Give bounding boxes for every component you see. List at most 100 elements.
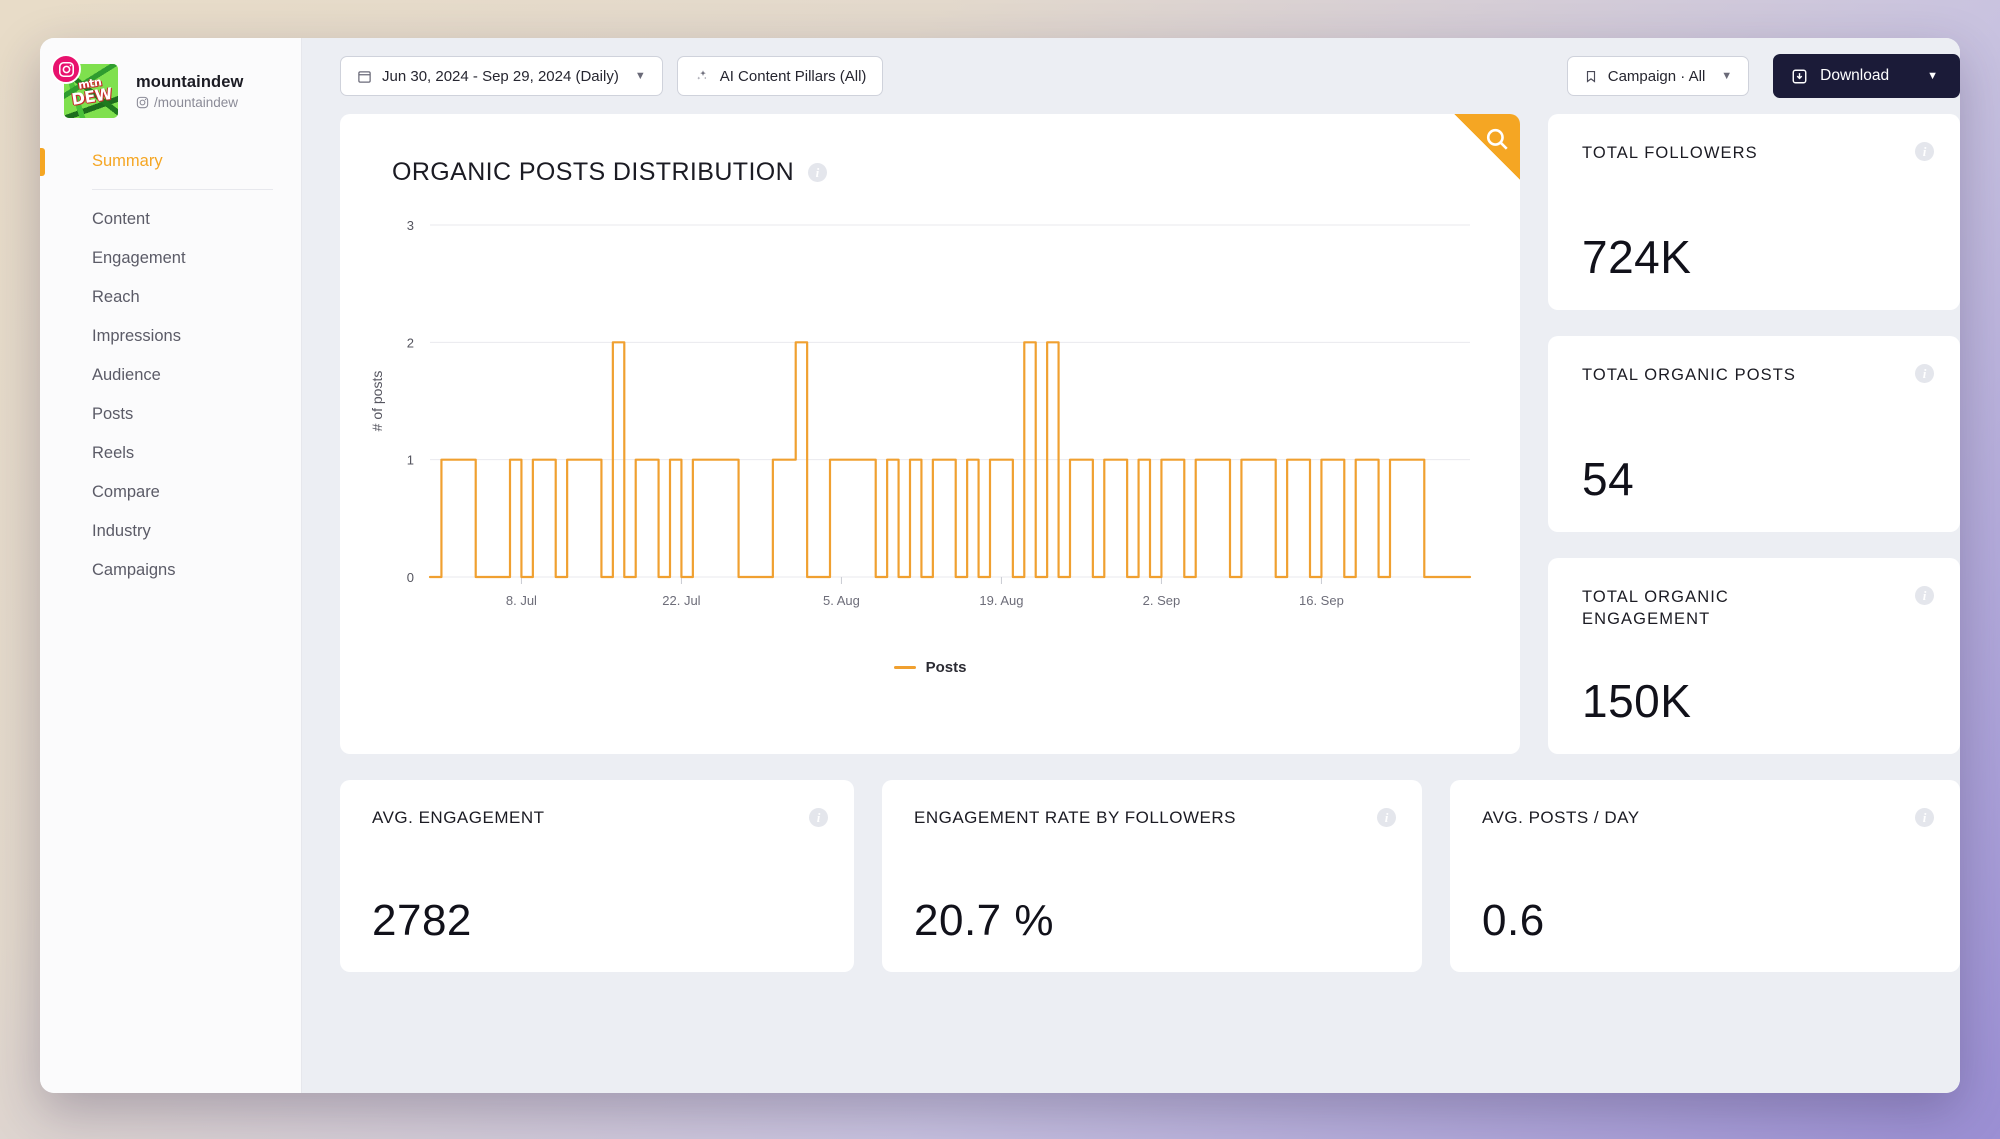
sidebar-item-label: Compare [92,483,160,501]
search-icon[interactable] [1454,114,1520,180]
campaign-label: Campaign · All [1607,67,1706,85]
kpi-label: TOTAL FOLLOWERS [1582,144,1758,162]
kpi-value: 724K [1582,231,1692,283]
svg-text:# of posts: # of posts [369,371,385,432]
ai-content-pillars-label: AI Content Pillars (All) [719,67,867,85]
campaign-filter[interactable]: Campaign · All ▼ [1566,56,1750,96]
chart-plot-area: 0 1 2 3 # of posts 8. Jul 22. Jul 5. Aug 19. Aug… [340,187,1520,657]
metric-value: 2782 [372,896,472,945]
svg-text:16. Sep: 16. Sep [1299,593,1344,608]
svg-text:19. Aug: 19. Aug [979,593,1023,608]
kpi-label: TOTAL ORGANIC ENGAGEMENT [1582,588,1729,629]
legend-color-swatch [893,666,916,669]
chevron-down-icon: ▼ [634,70,646,82]
kpi-value: 54 [1582,453,1635,505]
sidebar-item-label: Campaigns [92,561,176,579]
metric-avg-posts-per-day: AVG. POSTS / DAY i 0.6 [1450,780,1960,972]
ai-content-pillars-filter[interactable]: AI Content Pillars (All) [676,56,884,96]
organic-posts-distribution-card: ORGANIC POSTS DISTRIBUTION i 0 1 2 3 # of po… [340,114,1520,754]
sidebar-item-industry[interactable]: Industry [40,512,301,551]
sidebar-item-posts[interactable]: Posts [40,395,301,434]
sidebar-item-label: Reach [92,288,140,306]
chevron-down-icon: ▼ [1927,70,1938,82]
sidebar-item-campaigns[interactable]: Campaigns [40,551,301,590]
page-title: ORGANIC POSTS DISTRIBUTION i [340,114,1520,187]
info-icon[interactable]: i [1915,586,1934,605]
calendar-icon [358,70,371,83]
metric-label: AVG. POSTS / DAY [1482,808,1640,827]
metric-label: ENGAGEMENT RATE BY FOLLOWERS [914,808,1236,827]
profile-handle-label: /mountaindew [154,94,239,110]
svg-text:2: 2 [407,335,414,350]
kpi-column: TOTAL FOLLOWERS i 724K TOTAL ORGANIC POS… [1548,114,1960,754]
posts-line-chart: 0 1 2 3 # of posts 8. Jul 22. Jul 5. Aug 19. Aug… [369,218,1472,608]
date-range-picker[interactable]: Jun 30, 2024 - Sep 29, 2024 (Daily) ▼ [340,56,663,96]
svg-text:0: 0 [407,570,414,585]
sidebar-nav: Summary Content Engagement Reach Impress… [40,142,301,590]
kpi-total-organic-posts: TOTAL ORGANIC POSTS i 54 [1548,336,1960,532]
svg-text:8. Jul: 8. Jul [506,593,537,608]
sidebar-divider [92,189,273,190]
bottom-row: AVG. ENGAGEMENT i 2782 ENGAGEMENT RATE B… [340,780,1960,972]
download-icon [1792,69,1807,83]
metric-label: AVG. ENGAGEMENT [372,808,545,827]
download-button[interactable]: Download ▼ [1773,54,1960,98]
svg-text:2. Sep: 2. Sep [1143,593,1181,608]
kpi-total-organic-engagement: TOTAL ORGANIC ENGAGEMENT i 150K [1548,558,1960,754]
sidebar-item-label: Posts [92,405,134,423]
toolbar: Jun 30, 2024 - Sep 29, 2024 (Daily) ▼ AI… [302,38,1960,114]
sidebar-item-impressions[interactable]: Impressions [40,317,301,356]
sidebar-item-label: Summary [92,152,163,170]
legend-label: Posts [925,659,967,676]
svg-text:3: 3 [407,218,414,233]
sidebar-item-label: Audience [92,366,161,384]
sidebar-item-reels[interactable]: Reels [40,434,301,473]
sidebar: mtn DEW mountaindew /mountaindew Summary… [40,38,302,1093]
info-icon[interactable]: i [809,808,828,827]
metric-avg-engagement: AVG. ENGAGEMENT i 2782 [340,780,854,972]
chart-legend: Posts [340,659,1520,676]
avatar: mtn DEW [51,54,118,118]
info-icon[interactable]: i [1915,364,1934,383]
card-title-text: ORGANIC POSTS DISTRIBUTION [392,158,795,186]
metric-engagement-rate-by-followers: ENGAGEMENT RATE BY FOLLOWERS i 20.7 % [882,780,1422,972]
app-window: mtn DEW mountaindew /mountaindew Summary… [40,38,1960,1093]
sidebar-item-reach[interactable]: Reach [40,278,301,317]
profile-header: mtn DEW mountaindew /mountaindew [40,52,301,132]
dashboard-content: ORGANIC POSTS DISTRIBUTION i 0 1 2 3 # of po… [302,114,1960,1093]
sparkle-icon [696,70,706,80]
kpi-value: 150K [1582,675,1692,727]
svg-text:22. Jul: 22. Jul [662,593,700,608]
sidebar-item-label: Engagement [92,249,186,267]
date-range-label: Jun 30, 2024 - Sep 29, 2024 (Daily) [382,67,619,85]
metric-value: 0.6 [1482,896,1545,945]
profile-name: mountaindew [136,72,244,91]
kpi-total-followers: TOTAL FOLLOWERS i 724K [1548,114,1960,310]
info-icon[interactable]: i [1377,808,1396,827]
main-area: Jun 30, 2024 - Sep 29, 2024 (Daily) ▼ AI… [302,38,1960,1093]
top-row: ORGANIC POSTS DISTRIBUTION i 0 1 2 3 # of po… [340,114,1960,754]
info-icon[interactable]: i [1915,808,1934,827]
sidebar-item-label: Content [92,210,150,228]
profile-text: mountaindew /mountaindew [136,73,243,110]
sidebar-item-content[interactable]: Content [40,200,301,239]
bookmark-icon [1586,70,1595,83]
chevron-down-icon: ▼ [1721,70,1733,82]
instagram-small-icon [136,96,149,108]
kpi-label: TOTAL ORGANIC POSTS [1582,366,1797,384]
sidebar-item-audience[interactable]: Audience [40,356,301,395]
info-icon[interactable]: i [808,163,828,182]
sidebar-item-label: Impressions [92,327,181,345]
sidebar-item-label: Reels [92,444,135,462]
sidebar-item-label: Industry [92,522,151,540]
metric-value: 20.7 % [914,896,1054,945]
profile-handle: /mountaindew [136,95,243,110]
svg-text:5. Aug: 5. Aug [823,593,860,608]
instagram-icon [51,54,81,84]
sidebar-item-engagement[interactable]: Engagement [40,239,301,278]
sidebar-item-summary[interactable]: Summary [40,142,301,181]
download-label: Download [1820,67,1890,84]
svg-text:1: 1 [407,453,414,468]
sidebar-item-compare[interactable]: Compare [40,473,301,512]
info-icon[interactable]: i [1915,142,1934,161]
